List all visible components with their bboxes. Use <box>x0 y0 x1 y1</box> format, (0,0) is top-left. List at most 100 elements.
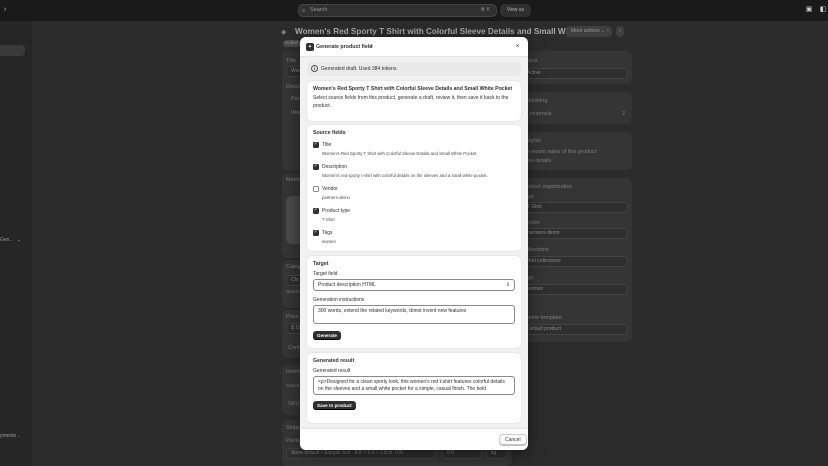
instructions-text: Select source fields from this product, … <box>313 95 509 109</box>
title-label: Title <box>286 58 297 64</box>
generation-instructions-input[interactable]: 300 words, extend the related keywords, … <box>313 305 515 324</box>
save-to-product-label: Save to product <box>317 403 352 408</box>
generated-result-card: Generated result Generated result <p>Des… <box>307 353 521 423</box>
collections-input[interactable]: Add collections <box>522 256 628 267</box>
status-select[interactable]: Active <box>522 68 628 79</box>
vendor-field-label: Vendor <box>322 186 338 192</box>
sidebar-item-fragment[interactable]: Gen.. <box>0 237 12 243</box>
search-shortcut: ⌘ K <box>480 7 490 13</box>
organization-label: Product organization <box>522 184 573 190</box>
cancel-button-label: Cancel <box>505 437 521 443</box>
generate-button[interactable]: Generate <box>313 331 341 340</box>
weight-unit: kg <box>491 450 497 456</box>
vendor-value: partners-demo <box>527 230 560 236</box>
sidebar-item-fragment[interactable]: yments .. <box>0 433 20 439</box>
product-title: Women's Red Sporty T Shirt with Colorful… <box>295 27 610 36</box>
sidebar-active-item[interactable] <box>0 45 25 56</box>
tags-value: women <box>527 286 544 292</box>
collections-value: Add collections <box>527 258 561 264</box>
info-banner: i Generated draft. Used 384 tokens. <box>307 62 521 76</box>
search-placeholder: Search <box>310 7 328 13</box>
source-fields-card: Source fields Title Women's Red Sporty T… <box>307 125 521 251</box>
generation-instructions-label: Generation instructions <box>313 297 365 303</box>
target-field-label: Target field <box>313 271 338 277</box>
result-heading: Generated result <box>313 358 355 364</box>
inventory-label: Invent <box>286 369 301 375</box>
modal-title: Generate product field <box>316 44 373 50</box>
view-as-button[interactable]: View as <box>500 4 531 17</box>
chevron-down-icon[interactable]: ⌄ <box>369 43 374 49</box>
chevron-down-icon[interactable]: ⌄ <box>17 237 21 243</box>
chevron-right-icon[interactable]: › <box>0 5 10 15</box>
info-icon: i <box>311 65 318 72</box>
generate-button-label: Generate <box>317 333 337 338</box>
result-label: Generated result <box>313 368 351 374</box>
title-field-label: Title <box>322 142 332 148</box>
status-value: Active <box>527 70 541 76</box>
type-input[interactable]: T-Shirt <box>522 202 628 213</box>
previous-product-button[interactable]: ‹ <box>604 26 612 37</box>
banner-text: Generated draft. Used 384 tokens. <box>321 66 398 72</box>
vendor-field-value: partners-demo <box>322 195 350 200</box>
title-field-value: Women's Red Sporty T Shirt with Colorful… <box>322 151 477 156</box>
tags-checkbox[interactable] <box>313 229 319 236</box>
generated-result-textarea[interactable]: <p>Designed for a clean sporty look, thi… <box>313 376 515 395</box>
status-badge: Active <box>283 40 301 47</box>
modal-footer: Cancel <box>300 428 528 450</box>
cancel-button[interactable]: Cancel <box>499 434 527 445</box>
vendor-input[interactable]: partners-demo <box>522 228 628 239</box>
top-bar: › ⌕ Search ⌘ K View as ▣ ◧ <box>0 0 828 21</box>
sparkle-icon: ✦ <box>306 43 314 51</box>
search-icon: ⌕ <box>302 8 306 14</box>
tags-field-value: women <box>322 239 336 244</box>
modal-body: i Generated draft. Used 384 tokens. Wome… <box>300 57 528 428</box>
description-field-label: Description <box>322 164 348 170</box>
description-checkbox[interactable] <box>313 163 319 170</box>
sku-label: SKU <box>288 401 300 407</box>
category-hint: Determ <box>286 289 302 294</box>
bell-icon[interactable]: ▣ <box>804 5 814 15</box>
save-to-product-button[interactable]: Save to product <box>313 401 356 410</box>
product-type-checkbox[interactable] <box>313 207 319 214</box>
modal-header: ✦ Generate product field ⌄ × <box>300 37 528 57</box>
insights-text: No recent sales of this product <box>522 149 597 155</box>
target-card: Target Target field Product description … <box>307 256 521 348</box>
generate-field-modal: ✦ Generate product field ⌄ × i Generated… <box>300 37 528 450</box>
weight-value: 0.0 <box>447 450 454 456</box>
product-name: Women's Red Sporty T Shirt with Colorful… <box>313 86 513 92</box>
tags-field-label: Tags <box>322 230 333 236</box>
package-value: Store default • Sample box - 8.8 × 5.4 ×… <box>291 450 404 456</box>
theme-template-select[interactable]: Default product <box>522 324 628 335</box>
tag-icon[interactable]: ◈ <box>281 28 286 36</box>
media-label: Media <box>286 177 301 183</box>
sidebar: Gen.. ⌄ yments .. <box>0 21 32 466</box>
more-actions-label: More actions <box>571 28 600 34</box>
close-icon[interactable]: × <box>513 42 522 51</box>
select-arrows-icon: ⇕ <box>505 282 510 288</box>
target-field-value: Product description HTML <box>318 282 376 288</box>
generated-result-value: <p>Designed for a clean sporty look, thi… <box>318 379 505 393</box>
product-type-field-value: T-Shirt <box>322 217 335 222</box>
generation-instructions-value: 300 words, extend the related keywords, … <box>318 308 467 314</box>
global-search[interactable]: ⌕ Search ⌘ K <box>298 4 497 17</box>
category-value: Clo <box>291 277 299 283</box>
price-label: Price <box>286 314 299 320</box>
vendor-checkbox[interactable] <box>313 186 319 192</box>
publishing-card <box>518 92 632 124</box>
title-checkbox[interactable] <box>313 141 319 148</box>
source-fields-heading: Source fields <box>313 130 346 136</box>
description-field-value: Women's red sporty t-shirt with colorful… <box>322 173 488 178</box>
target-field-select[interactable]: Product description HTML ⇕ <box>313 279 515 291</box>
channels-count: 2 <box>622 111 626 117</box>
view-as-label: View as <box>506 7 525 13</box>
package-label: Packa <box>286 438 302 444</box>
product-type-field-label: Product type <box>322 208 351 214</box>
next-product-button[interactable]: › <box>616 26 624 37</box>
shipping-label: Shipp <box>286 425 301 431</box>
type-value: T-Shirt <box>527 204 542 210</box>
user-menu-icon[interactable]: ◧ <box>818 5 828 15</box>
target-heading: Target <box>313 261 329 267</box>
product-intro-card: Women's Red Sporty T Shirt with Colorful… <box>307 81 521 121</box>
tags-input[interactable]: women <box>522 284 628 295</box>
theme-template-value: Default product <box>527 326 561 332</box>
